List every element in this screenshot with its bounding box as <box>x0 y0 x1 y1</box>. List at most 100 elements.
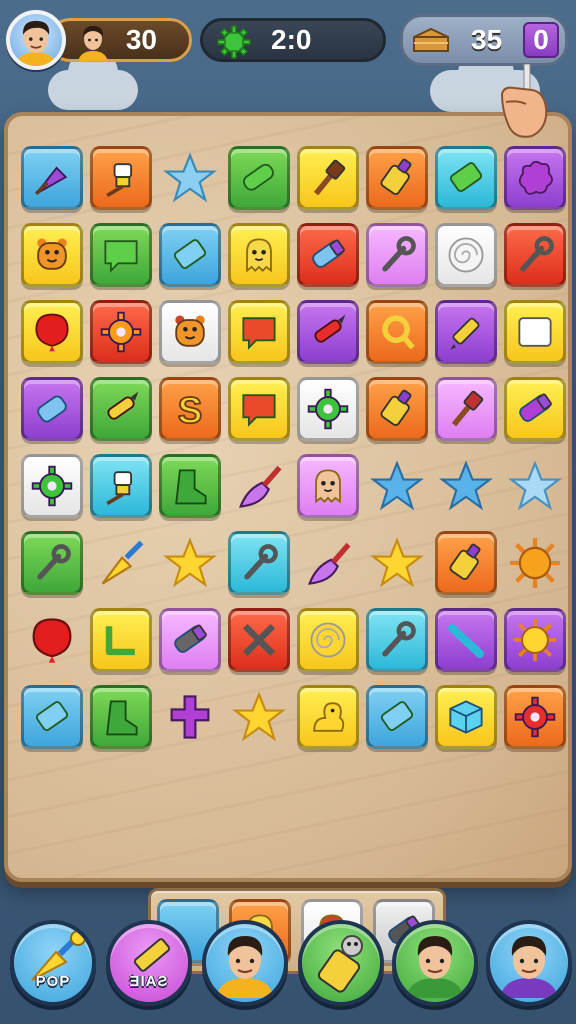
tile-eraser[interactable] <box>366 685 428 749</box>
tile-bottle[interactable] <box>21 377 83 441</box>
star-blue-icon <box>370 460 424 511</box>
friend-avatar-button[interactable] <box>392 920 478 1006</box>
ghost-icon <box>315 469 341 504</box>
tile-tube[interactable] <box>504 377 566 441</box>
friend-avatar <box>216 936 274 998</box>
tile-monster[interactable] <box>159 300 221 364</box>
tile-gear[interactable] <box>21 454 83 518</box>
star-icon[interactable] <box>159 146 221 210</box>
tile-balloon[interactable] <box>21 300 83 364</box>
tile-boot[interactable] <box>159 454 221 518</box>
friend-avatar <box>406 936 464 998</box>
paintbrush-icon[interactable] <box>228 454 290 518</box>
tile-marker[interactable] <box>297 300 359 364</box>
tile-hammer[interactable] <box>297 146 359 210</box>
tile-log[interactable] <box>228 146 290 210</box>
wrench-icon <box>244 544 278 580</box>
tile-wrench[interactable] <box>366 223 428 287</box>
cross-purple-icon[interactable] <box>159 685 221 749</box>
tile-angle[interactable] <box>90 608 152 672</box>
tile-wrench[interactable] <box>228 531 290 595</box>
ghost-icon <box>246 238 272 273</box>
tile-gear[interactable] <box>297 377 359 441</box>
friend-avatar <box>500 936 558 998</box>
tile-gear[interactable] <box>504 685 566 749</box>
sun-icon[interactable] <box>504 531 566 595</box>
hammer-icon <box>451 390 484 427</box>
tile-wrench[interactable] <box>504 223 566 287</box>
tile-eraser[interactable] <box>159 223 221 287</box>
tile-eraser[interactable] <box>21 685 83 749</box>
duck-icon <box>313 702 345 732</box>
tile-swirl[interactable] <box>297 608 359 672</box>
broom-button[interactable]: POP <box>10 920 96 1006</box>
swirl-icon <box>448 237 484 273</box>
tile-eraser[interactable] <box>435 146 497 210</box>
friend-avatar-button[interactable] <box>202 920 288 1006</box>
tile-chat[interactable] <box>90 223 152 287</box>
star-gold-icon[interactable] <box>159 531 221 595</box>
tile-swirl[interactable] <box>435 223 497 287</box>
star-gold-icon[interactable] <box>228 685 290 749</box>
friend-avatar-button[interactable] <box>486 920 572 1006</box>
tile-sun[interactable] <box>504 608 566 672</box>
tile-glue[interactable] <box>366 377 428 441</box>
sun-icon <box>513 618 557 662</box>
tile-tube[interactable] <box>297 223 359 287</box>
tile-duck[interactable] <box>297 685 359 749</box>
tile-chat[interactable] <box>228 377 290 441</box>
top-hud: 30 2:0 35 0 <box>0 0 576 138</box>
wrench-icon <box>37 544 71 580</box>
gear-icon <box>217 25 251 59</box>
tile-glue[interactable] <box>366 146 428 210</box>
tile-splat[interactable] <box>504 146 566 210</box>
tile-wrench[interactable] <box>366 608 428 672</box>
tile-cross[interactable] <box>228 608 290 672</box>
tile-boot[interactable] <box>90 685 152 749</box>
timer: 2:0 <box>200 18 386 62</box>
tile-pencil[interactable] <box>435 300 497 364</box>
score-counter: 30 <box>48 18 192 62</box>
broom-icon[interactable] <box>90 531 152 595</box>
glue-button[interactable] <box>298 920 384 1006</box>
balloon-icon[interactable] <box>21 608 83 672</box>
tile-letter-s[interactable]: S <box>159 377 221 441</box>
svg-text:S: S <box>178 390 203 431</box>
tile-stick[interactable] <box>435 608 497 672</box>
tile-chat[interactable] <box>228 300 290 364</box>
tile-wrench[interactable] <box>21 531 83 595</box>
square-icon <box>518 317 552 347</box>
tile-hammer[interactable] <box>435 377 497 441</box>
tile-ghost[interactable] <box>297 454 359 518</box>
glue-icon <box>380 158 412 195</box>
tile-brush[interactable] <box>90 454 152 518</box>
star-blue-icon[interactable] <box>366 454 428 518</box>
paintbrush-icon <box>308 542 351 585</box>
tile-wedge[interactable] <box>21 146 83 210</box>
chat-icon <box>104 240 138 273</box>
tile-glue[interactable] <box>435 531 497 595</box>
tile-cube[interactable] <box>435 685 497 749</box>
tile-square[interactable] <box>504 300 566 364</box>
tile-marker[interactable] <box>90 377 152 441</box>
paintbrush-icon[interactable] <box>297 531 359 595</box>
tile-gear[interactable] <box>90 300 152 364</box>
player-avatar[interactable] <box>6 10 66 70</box>
marker-icon <box>107 391 139 420</box>
star-gold-icon <box>370 537 424 588</box>
star-blue-icon[interactable] <box>435 454 497 518</box>
ring-icon <box>382 315 415 350</box>
star-gold-icon[interactable] <box>366 531 428 595</box>
tile-ring[interactable] <box>366 300 428 364</box>
swirl-icon <box>310 622 346 658</box>
tile-monster[interactable] <box>21 223 83 287</box>
tile-tube[interactable] <box>159 608 221 672</box>
tube-icon <box>174 624 207 653</box>
coins-box-button[interactable]: 0 <box>523 22 559 58</box>
tile-brush[interactable] <box>90 146 152 210</box>
pencil-button[interactable]: ƎIAƧ <box>106 920 192 1006</box>
star-blue-icon <box>439 460 493 511</box>
star-light-icon[interactable] <box>504 454 566 518</box>
tile-ghost[interactable] <box>228 223 290 287</box>
splat-icon <box>518 160 553 195</box>
